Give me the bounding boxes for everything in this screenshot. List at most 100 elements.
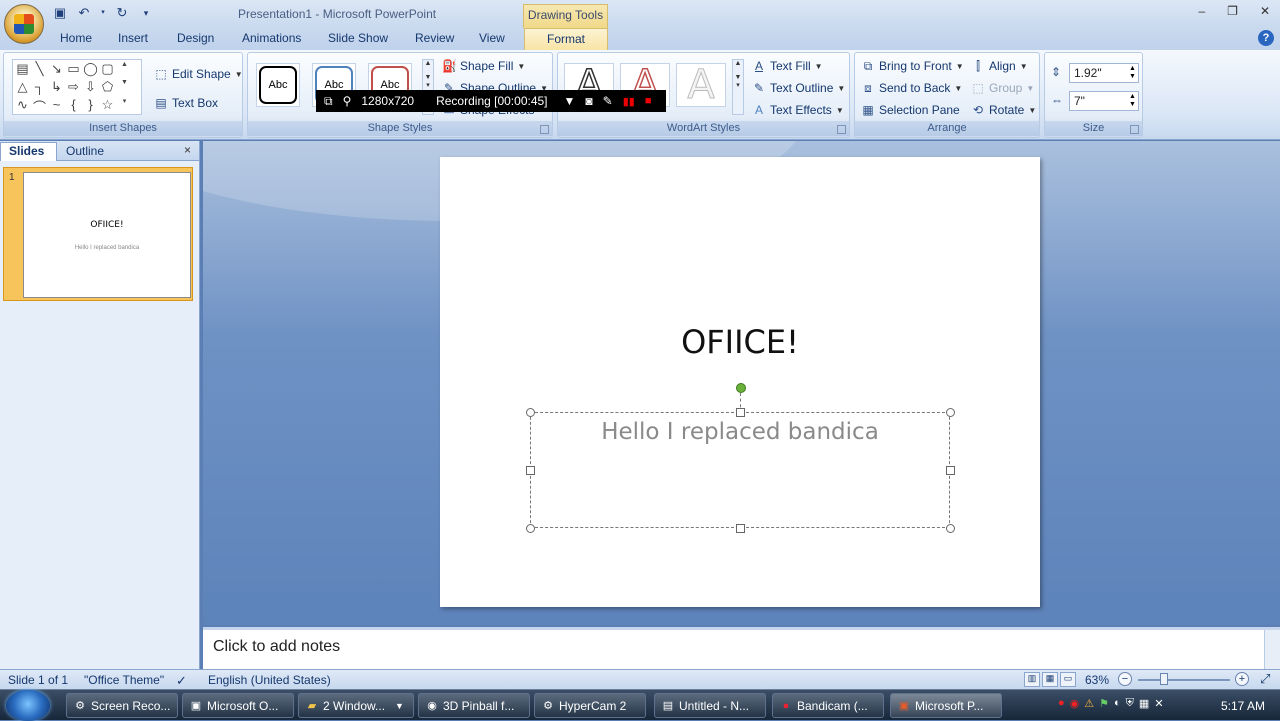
taskbar-item-pinball[interactable]: ◉ 3D Pinball f... (418, 693, 530, 718)
notes-placeholder[interactable]: Click to add notes (213, 638, 340, 656)
zoom-in-icon[interactable]: + (1235, 672, 1249, 686)
oval-shape-icon[interactable]: ◯ (82, 61, 99, 79)
taskbar-item-screen-recorder[interactable]: ⚙ Screen Reco... (66, 693, 178, 718)
speaker-muted-icon[interactable]: ✕ (1154, 697, 1163, 710)
taskbar-item-hypercam[interactable]: ⚙ HyperCam 2 (534, 693, 646, 718)
text-effects-button[interactable]: A Text Effects ▼ (752, 103, 844, 117)
minimize-icon[interactable]: – (1198, 4, 1205, 18)
subtitle-placeholder[interactable]: Hello I replaced bandica (526, 383, 955, 533)
tab-review[interactable]: Review (415, 31, 454, 45)
tab-design[interactable]: Design (177, 31, 214, 45)
undo-icon[interactable]: ↶ (76, 5, 92, 21)
group-button[interactable]: ⬚ Group ▼ (971, 81, 1034, 95)
size-launcher-icon[interactable] (1130, 125, 1139, 134)
resize-handle-top-left[interactable] (526, 408, 535, 417)
tab-format[interactable]: Format (524, 28, 608, 51)
bring-to-front-button[interactable]: ⧉ Bring to Front ▼ (861, 59, 964, 73)
taskbar-item-microsoft-office[interactable]: ▣ Microsoft O... (182, 693, 294, 718)
dropdown-icon[interactable]: ▼ (564, 94, 576, 108)
star-shape-icon[interactable]: ☆ (99, 97, 116, 115)
zoom-level[interactable]: 63% (1085, 673, 1109, 687)
gallery-up-icon[interactable]: ▲ (116, 61, 133, 79)
arc-shape-icon[interactable]: ⌒ (31, 97, 48, 115)
volume-tray-icon[interactable]: ◐ (1114, 697, 1121, 710)
shapes-gallery[interactable]: ▤ ╲ ↘ ▭ ◯ ▢ ▲ △ ┐ ↳ ⇨ ⇩ ⬠ ▼ ∿ ⌒ ~ { } ☆ … (12, 59, 142, 115)
shape-styles-launcher-icon[interactable] (540, 125, 549, 134)
taskbar-item-powerpoint[interactable]: ▣ Microsoft P... (890, 693, 1002, 718)
flag-tray-icon[interactable]: ⚑ (1099, 697, 1109, 710)
pentagon-shape-icon[interactable]: ⬠ (99, 79, 116, 97)
tab-slides[interactable]: Slides (0, 142, 57, 161)
start-button[interactable] (6, 690, 50, 721)
resize-handle-right[interactable] (946, 466, 955, 475)
fit-to-window-icon[interactable]: ⤢ (1260, 671, 1270, 687)
taskbar-clock[interactable]: 5:17 AM (1221, 699, 1265, 713)
textbox-shape-icon[interactable]: ▤ (14, 61, 31, 79)
zoom-slider-track[interactable] (1138, 679, 1230, 681)
wordart-styles-launcher-icon[interactable] (837, 125, 846, 134)
rotation-handle[interactable] (736, 383, 746, 393)
close-icon[interactable]: ✕ (1260, 4, 1270, 18)
triangle-shape-icon[interactable]: △ (14, 79, 31, 97)
bandicam-tray-icon[interactable]: ◉ (1070, 697, 1080, 710)
text-fill-button[interactable]: A Text Fill ▼ (752, 59, 823, 73)
resize-handle-top[interactable] (736, 408, 745, 417)
resize-handle-left[interactable] (526, 466, 535, 475)
rounded-rect-shape-icon[interactable]: ▢ (99, 61, 116, 79)
taskbar-item-notepad[interactable]: ▤ Untitled - N... (654, 693, 766, 718)
arrow-line-shape-icon[interactable]: ↘ (48, 61, 65, 79)
pause-icon[interactable]: ▮▮ (623, 95, 635, 108)
tab-outline[interactable]: Outline (58, 143, 112, 159)
slide-title[interactable]: OFIICE! (440, 323, 1040, 361)
wordart-style-silver-thumb[interactable]: A (676, 62, 726, 109)
tab-slide-show[interactable]: Slide Show (328, 31, 388, 45)
curve-shape-icon[interactable]: ∿ (14, 97, 31, 115)
slide-show-view-icon[interactable]: ▭ (1060, 672, 1076, 687)
taskbar-item-bandicam[interactable]: ● Bandicam (... (772, 693, 884, 718)
zoom-slider-thumb[interactable] (1160, 673, 1168, 685)
text-outline-button[interactable]: ✎ Text Outline ▼ (752, 81, 845, 95)
gallery-more-icon[interactable]: ▾ (116, 97, 133, 115)
tab-view[interactable]: View (479, 31, 505, 45)
slide-canvas[interactable]: OFIICE! Hello I replaced bandica (440, 157, 1040, 607)
tab-home[interactable]: Home (60, 31, 92, 45)
resize-handle-top-right[interactable] (946, 408, 955, 417)
shape-fill-button[interactable]: ⛽ Shape Fill ▼ (442, 59, 525, 73)
stop-icon[interactable]: ■ (645, 95, 652, 107)
selection-pane-button[interactable]: ▦ Selection Pane (861, 103, 959, 117)
close-pane-icon[interactable]: × (184, 143, 191, 157)
resize-handle-bottom-right[interactable] (946, 524, 955, 533)
slide-subtitle[interactable]: Hello I replaced bandica (531, 419, 949, 445)
shape-style-black-thumb[interactable]: Abc (256, 63, 300, 107)
elbow-connector-icon[interactable]: ┐ (31, 79, 48, 97)
normal-view-icon[interactable]: ▥ (1024, 672, 1040, 687)
elbow-arrow-icon[interactable]: ↳ (48, 79, 65, 97)
left-brace-shape-icon[interactable]: { (65, 97, 82, 115)
line-shape-icon[interactable]: ╲ (31, 61, 48, 79)
taskbar-item-windows-explorer[interactable]: ▰ 2 Window... ▼ (298, 693, 414, 718)
customize-qat-icon[interactable]: ▾ (138, 5, 154, 21)
save-icon[interactable]: ▣ (52, 5, 68, 21)
window-mode-icon[interactable]: ⧉ (324, 94, 333, 109)
wordart-styles-scroll[interactable]: ▲ ▼ ▾ (732, 59, 744, 115)
tab-animations[interactable]: Animations (242, 31, 301, 45)
resize-handle-bottom[interactable] (736, 524, 745, 533)
rectangle-shape-icon[interactable]: ▭ (65, 61, 82, 79)
text-box-button[interactable]: ▤ Text Box (154, 96, 218, 110)
right-brace-shape-icon[interactable]: } (82, 97, 99, 115)
shield-tray-icon[interactable]: ⛨ (1126, 697, 1134, 710)
slide-sorter-icon[interactable]: ▦ (1042, 672, 1058, 687)
help-icon[interactable]: ? (1258, 30, 1274, 46)
warning-tray-icon[interactable]: ⚠ (1084, 697, 1094, 710)
office-button[interactable] (4, 4, 44, 44)
network-tray-icon[interactable]: ▦ (1139, 697, 1149, 710)
send-to-back-button[interactable]: ⧈ Send to Back ▼ (861, 81, 962, 95)
tab-insert[interactable]: Insert (118, 31, 148, 45)
magnifier-icon[interactable]: ⚲ (343, 94, 352, 108)
edit-shape-button[interactable]: ⬚ Edit Shape ▼ (154, 67, 242, 81)
undo-dropdown-icon[interactable]: ▾ (100, 5, 106, 21)
slide-thumbnail[interactable]: OFIICE! Hello I replaced bandica (23, 172, 191, 298)
width-spinner-icon[interactable]: ▲ ▼ (1129, 93, 1136, 109)
freeform-shape-icon[interactable]: ~ (48, 97, 65, 115)
record-tray-icon[interactable]: ● (1058, 697, 1065, 710)
